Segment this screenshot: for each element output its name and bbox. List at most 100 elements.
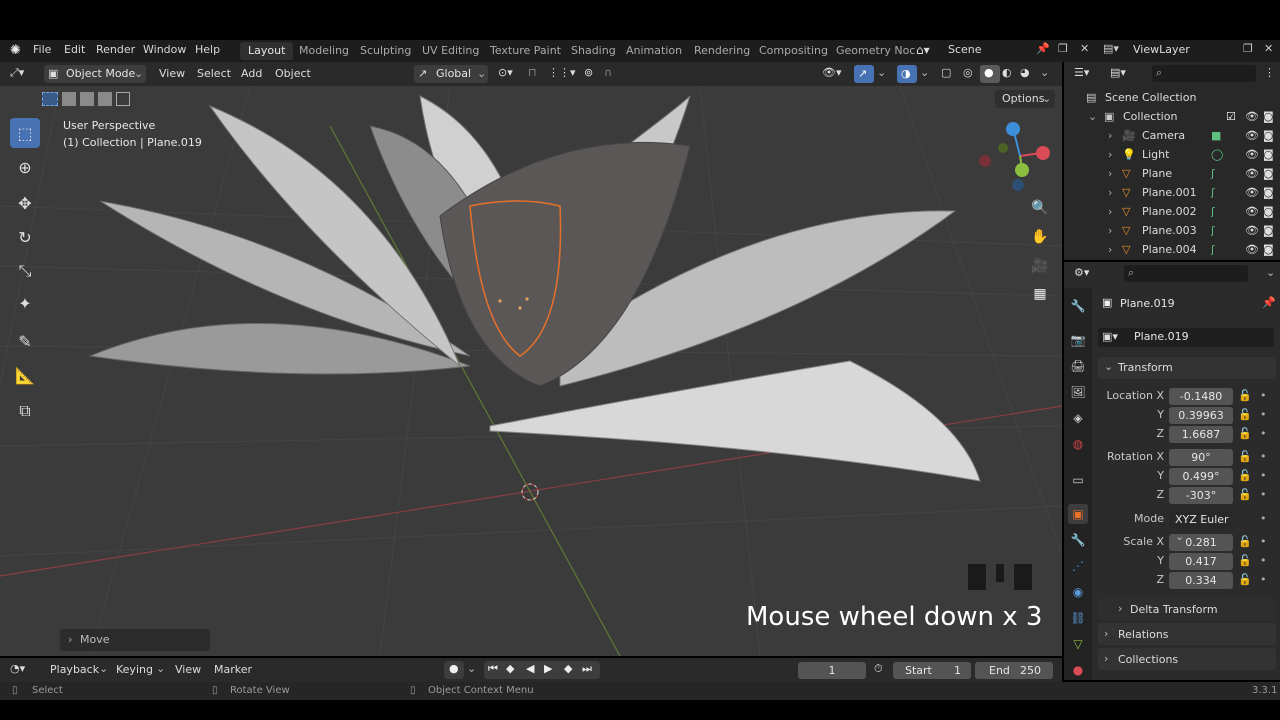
gizmo-toggle[interactable]: ↗ (854, 65, 874, 83)
scene-name[interactable]: Scene (948, 43, 982, 56)
eye-icon[interactable]: 👁 (1245, 167, 1259, 180)
scene-selector-icon[interactable]: ⌂▾ (916, 43, 930, 57)
menu-window[interactable]: Window (143, 43, 186, 56)
jump-start-icon[interactable]: ⏮ (488, 662, 498, 676)
eye-icon[interactable]: 👁 (1245, 110, 1259, 123)
chevron-right-icon[interactable]: › (1108, 129, 1112, 142)
filter-icon[interactable]: ⋮ (1264, 66, 1275, 79)
chevron-right-icon[interactable]: › (1108, 243, 1112, 256)
location-z-field[interactable]: 1.6687 (1169, 426, 1233, 443)
render-camera-icon[interactable]: ◙ (1263, 110, 1274, 123)
menu-edit[interactable]: Edit (64, 43, 85, 56)
tab-view-layer[interactable]: 🖼 (1068, 382, 1088, 402)
tab-data[interactable]: ▽ (1068, 634, 1088, 654)
viewlayer-name[interactable]: ViewLayer (1133, 43, 1190, 56)
eye-icon[interactable]: 👁 (1245, 129, 1259, 142)
chevron-right-icon[interactable]: › (1108, 224, 1112, 237)
rotate-tool[interactable]: ↻ (10, 222, 40, 252)
tab-physics[interactable]: ◉ (1068, 582, 1088, 602)
pin-icon[interactable]: 📌 (1262, 296, 1276, 309)
select-intersect-icon[interactable] (116, 92, 130, 106)
lock-icon[interactable]: 🔓 (1238, 427, 1252, 440)
keyframe-dot-icon[interactable]: • (1260, 535, 1267, 548)
outliner-item[interactable]: › ▽ Plane ʃ 👁 ◙ (1064, 164, 1280, 183)
select-invert-icon[interactable] (98, 92, 112, 106)
delta-transform-panel[interactable]: › Delta Transform (1098, 598, 1276, 620)
new-viewlayer-icon[interactable]: ❐ (1243, 42, 1253, 55)
visibility-icon[interactable]: 👁▾ (822, 66, 842, 79)
checkbox-icon[interactable]: ☑ (1226, 110, 1236, 123)
pan-tool[interactable]: ✋ (1028, 225, 1052, 249)
tab-scene[interactable]: ◈ (1068, 408, 1088, 428)
tab-rendering[interactable]: Rendering (686, 42, 758, 60)
menu-select[interactable]: Select (197, 67, 231, 80)
playback-menu[interactable]: Playback (50, 663, 99, 676)
properties-editor[interactable]: ⚙▾ ⌕ ⌄ ▣ Plane.019 📌 ▣▾ Plane.019 ⌄ Tran… (1064, 262, 1280, 680)
data-type-icon[interactable]: ʃ (1211, 186, 1215, 199)
tab-particles[interactable]: ⋰ (1068, 556, 1088, 576)
camera-view-tool[interactable]: 🎥 (1028, 254, 1052, 278)
new-scene-icon[interactable]: ❐ (1058, 42, 1068, 55)
cursor-tool[interactable]: ⊕ (10, 152, 40, 182)
add-cube-tool[interactable]: ⧉ (10, 396, 40, 426)
menu-view[interactable]: View (159, 67, 185, 80)
play-icon[interactable]: ▶ (544, 662, 552, 675)
relations-panel[interactable]: › Relations (1098, 623, 1276, 645)
operator-panel[interactable]: › Move (60, 629, 210, 651)
tab-constraints[interactable]: ⛓ (1068, 608, 1088, 628)
data-type-icon[interactable]: ◯ (1211, 148, 1223, 161)
eye-icon[interactable]: 👁 (1245, 186, 1259, 199)
properties-search-input[interactable]: ⌕ (1124, 265, 1248, 282)
material-shading-icon[interactable]: ◐ (1002, 66, 1012, 79)
keyframe-dot-icon[interactable]: • (1260, 469, 1267, 482)
tab-object[interactable]: ▣ (1068, 504, 1088, 524)
tab-material[interactable]: ● (1068, 660, 1088, 680)
render-camera-icon[interactable]: ◙ (1263, 148, 1274, 161)
lock-icon[interactable]: 🔓 (1238, 488, 1252, 501)
snap-icon[interactable]: ⊓ (528, 66, 537, 79)
tab-layout[interactable]: Layout (240, 42, 294, 60)
menu-render[interactable]: Render (96, 43, 135, 56)
options-button[interactable]: Options ⌄ (995, 90, 1055, 108)
delete-viewlayer-icon[interactable]: ✕ (1264, 42, 1273, 55)
solid-shading-button[interactable]: ● (980, 65, 1000, 83)
overlay-toggle[interactable]: ◑ (897, 65, 917, 83)
measure-tool[interactable]: 📐 (10, 360, 40, 390)
chevron-down-icon[interactable]: ⌄ (1266, 266, 1275, 279)
keyframe-dot-icon[interactable]: • (1260, 450, 1267, 463)
snap-target-icon[interactable]: ⋮⋮▾ (548, 66, 576, 79)
keyframe-dot-icon[interactable]: • (1260, 573, 1267, 586)
select-extend-icon[interactable] (62, 92, 76, 106)
navigation-gizmo[interactable] (979, 122, 1050, 191)
data-type-icon[interactable]: ʃ (1211, 224, 1215, 237)
eye-icon[interactable]: 👁 (1245, 224, 1259, 237)
tab-world[interactable]: ◍ (1068, 434, 1088, 454)
tab-geometry-nodes[interactable]: Geometry Noc (828, 42, 923, 60)
proportional-edit-icon[interactable]: ⊚ (584, 66, 593, 79)
rotation-z-field[interactable]: -303° (1169, 487, 1233, 504)
keyframe-dot-icon[interactable]: • (1260, 408, 1267, 421)
properties-editor-icon[interactable]: ⚙▾ (1074, 266, 1089, 279)
prev-keyframe-icon[interactable]: ◆ (506, 662, 514, 675)
keying-menu[interactable]: Keying (116, 663, 153, 676)
wireframe-shading-icon[interactable]: ◎ (963, 66, 973, 79)
tab-texture-paint[interactable]: Texture Paint (482, 42, 569, 60)
lotus-mesh[interactable] (88, 95, 981, 482)
location-x-field[interactable]: -0.1480 (1169, 388, 1233, 405)
data-type-icon[interactable]: ʃ (1211, 167, 1215, 180)
keyframe-dot-icon[interactable]: • (1260, 389, 1267, 402)
tab-collection[interactable]: ▭ (1068, 470, 1088, 490)
outliner-editor-icon[interactable]: ☰▾ (1074, 66, 1089, 79)
playback-controls[interactable]: ⏮ ◆ ◀ ▶ ◆ ⏭ (484, 661, 600, 679)
lock-icon[interactable]: 🔓 (1238, 469, 1252, 482)
start-frame-field[interactable]: Start 1 (893, 662, 971, 679)
falloff-icon[interactable]: ∩ (604, 66, 612, 79)
tab-compositing[interactable]: Compositing (751, 42, 836, 60)
keying-dropdown-icon[interactable]: ⌄ (467, 662, 476, 675)
outliner-search-input[interactable]: ⌕ (1152, 65, 1256, 82)
mode-dropdown[interactable]: ▣ Object Mode ⌄ (44, 65, 146, 83)
display-mode-icon[interactable]: ▤▾ (1110, 66, 1126, 79)
pin-icon[interactable]: 📌 (1036, 42, 1050, 55)
play-reverse-icon[interactable]: ◀ (526, 662, 534, 675)
pivot-icon[interactable]: ⊙▾ (498, 66, 513, 79)
